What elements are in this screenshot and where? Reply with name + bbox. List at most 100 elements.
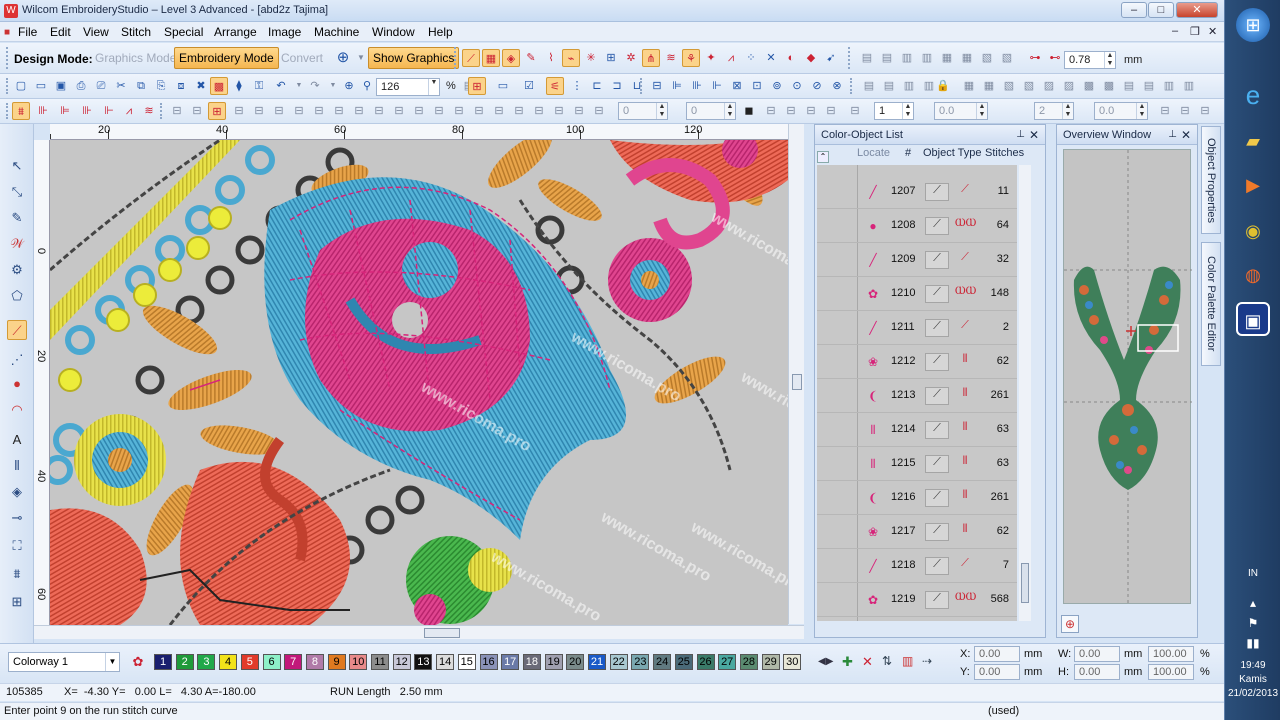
toolbar-grip[interactable] xyxy=(640,78,643,94)
scroll-thumb[interactable] xyxy=(792,374,802,390)
delete-icon[interactable]: ✖ xyxy=(192,77,210,95)
disabled-tool-icon[interactable]: ⊟ xyxy=(530,102,548,120)
table-row[interactable]: ❀ 1212 ⟋ ⦀ 62 xyxy=(817,345,1017,379)
disabled-tool-icon[interactable]: ⊟ xyxy=(550,102,568,120)
effect-spinner-c[interactable]: ▲ ▼ xyxy=(902,103,913,119)
copy-icon[interactable]: ⧉ xyxy=(132,77,150,95)
disabled-tool-icon[interactable]: ⊟ xyxy=(510,102,528,120)
align-right-icon[interactable]: ⊩ xyxy=(708,77,726,95)
chrome-icon[interactable]: ◉ xyxy=(1236,214,1270,248)
padlock-icon[interactable]: 🔒 xyxy=(934,77,952,95)
stamp-icon[interactable]: ⚿ xyxy=(250,77,268,95)
header-locate[interactable]: Locate xyxy=(857,147,890,159)
ungroup-icon[interactable]: ⊡ xyxy=(748,77,766,95)
toolbar-grip[interactable] xyxy=(6,78,9,94)
color-swatch[interactable]: 24 xyxy=(653,654,672,670)
color-swatch[interactable]: 8 xyxy=(305,654,324,670)
zoom-in-icon[interactable]: ⊕ xyxy=(1061,615,1079,633)
run-stitch-icon[interactable]: ⩩ xyxy=(12,102,30,120)
disabled-tool-icon[interactable]: ▩ xyxy=(1100,77,1118,95)
overview-preview[interactable] xyxy=(1063,149,1192,605)
disabled-tool-icon[interactable]: ⊟ xyxy=(802,102,820,120)
stipple-icon[interactable]: ⁘ xyxy=(742,49,760,67)
toolbar-grip[interactable] xyxy=(848,47,851,69)
network-icon[interactable]: ▮▮ xyxy=(1225,636,1280,650)
disabled-tool-icon[interactable]: ⊟ xyxy=(370,102,388,120)
align-center-icon[interactable]: ⊪ xyxy=(688,77,706,95)
color-swatch[interactable]: 6 xyxy=(262,654,281,670)
circle-icon[interactable]: ● xyxy=(7,374,27,394)
colorway-select[interactable]: Colorway 1 ▼ xyxy=(8,652,120,672)
motif-icon[interactable]: ✲ xyxy=(622,49,640,67)
language-indicator[interactable]: IN xyxy=(1225,568,1280,579)
table-row[interactable]: ❨ 1216 ⟋ ⦀ 261 xyxy=(817,481,1017,515)
scroll-thumb[interactable] xyxy=(424,628,460,638)
disabled-tool-icon[interactable]: ▥ xyxy=(900,77,918,95)
disabled-tool-icon[interactable]: ⊟ xyxy=(390,102,408,120)
toolbar-grip[interactable] xyxy=(6,103,9,119)
embroidery-mode-button[interactable]: Embroidery Mode xyxy=(174,47,279,69)
color-swatch[interactable]: 17 xyxy=(501,654,520,670)
menu-special[interactable]: Special xyxy=(164,25,203,39)
menu-arrange[interactable]: Arrange xyxy=(214,25,257,39)
color-swatch[interactable]: 23 xyxy=(631,654,650,670)
disabled-tool-icon[interactable]: ▧ xyxy=(998,49,1016,67)
table-row[interactable]: ❀ 1217 ⟋ ⦀ 62 xyxy=(817,515,1017,549)
table-row[interactable]: ╱ 1207 ⟋ ⟋ 11 xyxy=(817,175,1017,209)
appliqué-tool-icon[interactable]: ◈ xyxy=(7,482,27,502)
clock-date[interactable]: 21/02/2013 xyxy=(1225,688,1280,699)
effect-spinner-e[interactable]: ▲ ▼ xyxy=(1062,103,1073,119)
node-icon[interactable]: ⋰ xyxy=(7,350,27,370)
convert-button[interactable]: Convert xyxy=(276,47,328,69)
mdi-minimize-button[interactable]: – xyxy=(1172,25,1178,37)
start-button-icon[interactable]: ⊞ xyxy=(1236,8,1270,42)
menu-image[interactable]: Image xyxy=(268,25,301,39)
star-fill-icon[interactable]: ✦ xyxy=(702,49,720,67)
thread-chart-icon[interactable]: ▥ xyxy=(902,654,913,668)
effect-spinner-d[interactable]: ▲ ▼ xyxy=(976,103,987,119)
graphics-mode-button[interactable]: Graphics Mode xyxy=(90,47,181,69)
outline-icon[interactable]: ⌁ xyxy=(562,49,580,67)
menu-help[interactable]: Help xyxy=(428,25,453,39)
car-icon[interactable]: ◆ xyxy=(802,49,820,67)
disabled-tool-icon[interactable]: ▥ xyxy=(1180,77,1198,95)
color-swatch[interactable]: 12 xyxy=(392,654,411,670)
zigzag-run-icon[interactable]: ⩘ xyxy=(120,102,138,120)
disabled-tool-icon[interactable]: ⊟ xyxy=(1176,102,1194,120)
select-tool-icon[interactable]: ▩ xyxy=(210,77,228,95)
table-row[interactable]: ╱ 1211 ⟋ ⟋ 2 xyxy=(817,311,1017,345)
y-field[interactable]: 0.00 xyxy=(974,664,1020,680)
effect-input-e[interactable]: 2 ▲ ▼ xyxy=(1034,102,1074,120)
pen-icon[interactable]: ✎ xyxy=(7,208,27,228)
florentine-icon[interactable]: ≋ xyxy=(662,49,680,67)
mirror-icon[interactable]: ⊘ xyxy=(808,77,826,95)
color-swatch[interactable]: 26 xyxy=(696,654,715,670)
disabled-tool-icon[interactable]: ▦ xyxy=(958,49,976,67)
menu-edit[interactable]: Edit xyxy=(50,25,71,39)
disabled-tool-icon[interactable]: ⊟ xyxy=(1156,102,1174,120)
apply-color-icon[interactable]: ⇢ xyxy=(922,654,932,668)
select-arrow-icon[interactable]: ↖ xyxy=(7,156,27,176)
transform-icon[interactable]: ⛶ xyxy=(7,536,27,556)
firefox-icon[interactable]: ◍ xyxy=(1236,258,1270,292)
menu-file[interactable]: File xyxy=(18,25,37,39)
undo-icon[interactable]: ↶ xyxy=(272,77,290,95)
rotate-icon[interactable]: ⊗ xyxy=(828,77,846,95)
color-swatch[interactable]: 30 xyxy=(783,654,802,670)
color-swatch[interactable]: 16 xyxy=(479,654,498,670)
disabled-tool-icon[interactable]: ▥ xyxy=(918,49,936,67)
disabled-tool-icon[interactable]: ▨ xyxy=(1040,77,1058,95)
disabled-tool-icon[interactable]: ⊟ xyxy=(230,102,248,120)
maximize-button[interactable]: □ xyxy=(1148,2,1174,18)
cut-icon[interactable]: ✂ xyxy=(112,77,130,95)
spacing-spinner[interactable]: ▲ ▼ xyxy=(1104,52,1115,68)
disabled-tool-icon[interactable]: ⊟ xyxy=(782,102,800,120)
table-row[interactable]: ❨ 1213 ⟋ ⦀ 261 xyxy=(817,379,1017,413)
color-swatch[interactable]: 2 xyxy=(175,654,194,670)
color-swatch[interactable]: 1 xyxy=(154,654,172,670)
contour-icon[interactable]: ⌇ xyxy=(542,49,560,67)
fill-holes-icon[interactable]: ⩩ xyxy=(7,564,27,584)
wilcom-icon[interactable]: ▣ xyxy=(1236,302,1270,336)
mdi-restore-button[interactable]: ❐ xyxy=(1190,25,1200,38)
disabled-tool-icon[interactable]: ▤ xyxy=(1140,77,1158,95)
